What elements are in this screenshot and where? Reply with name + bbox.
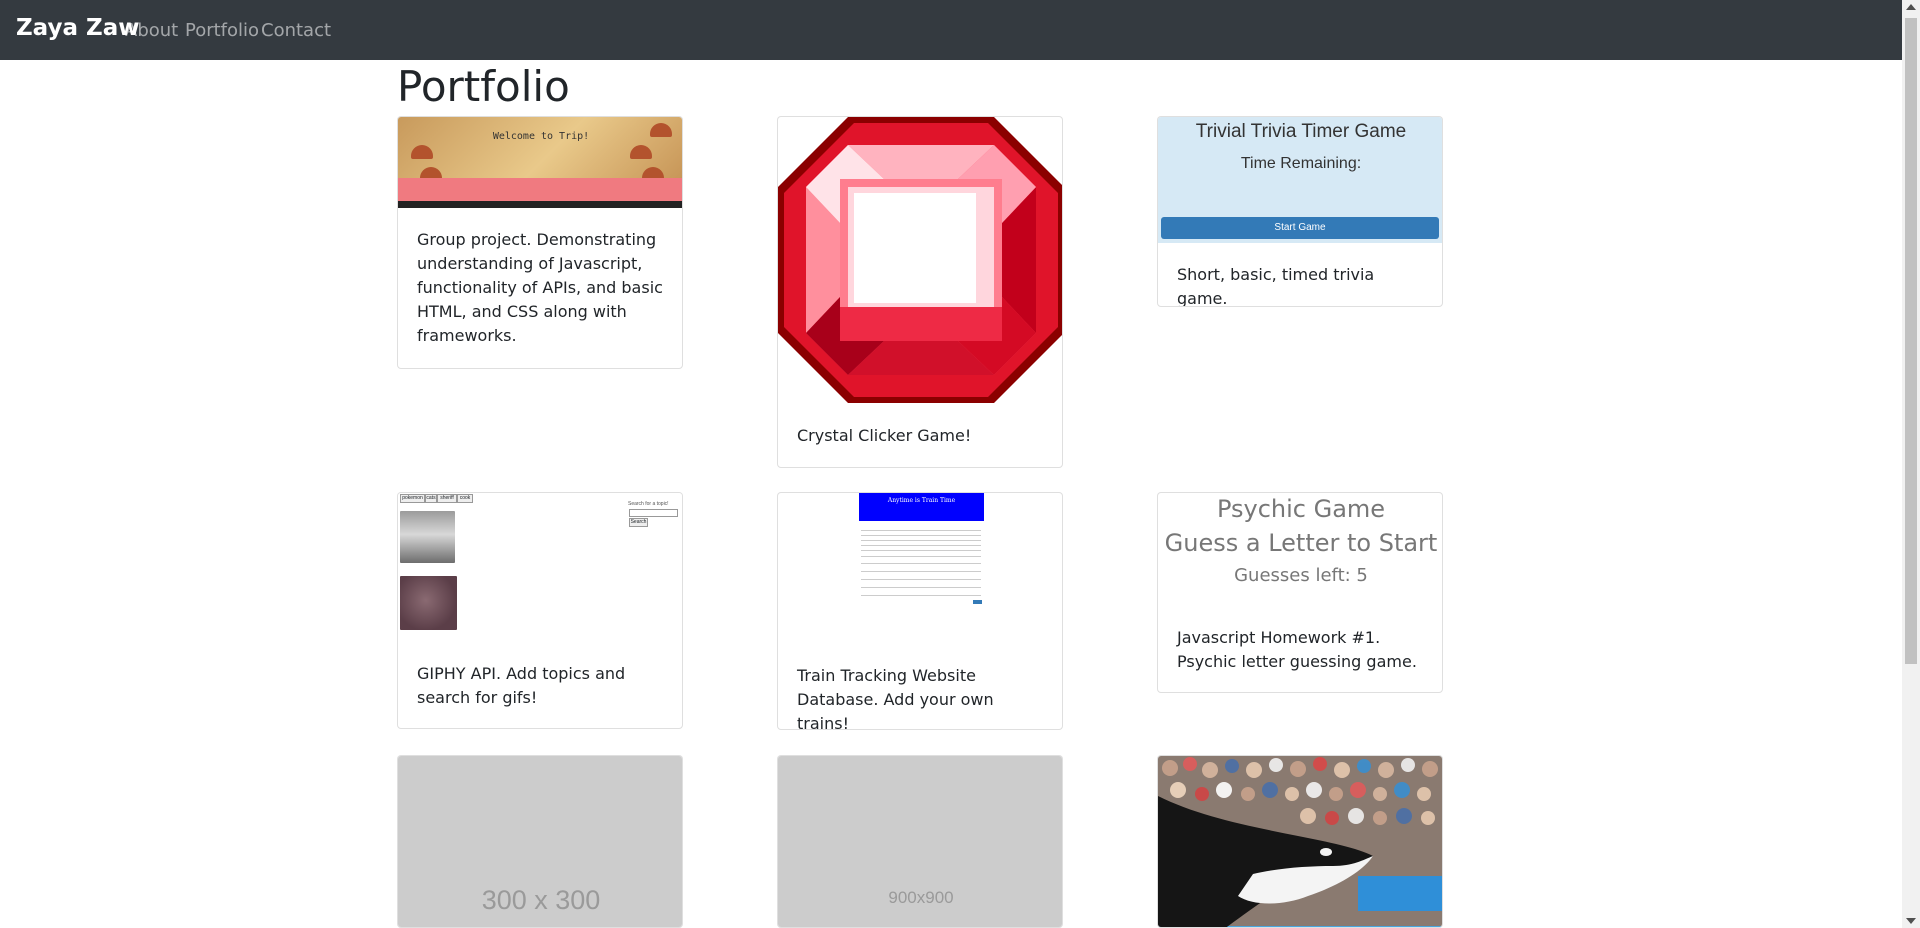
card-text: Javascript Homework #1. Psychic letter g… [1177, 628, 1417, 671]
card-text: Short, basic, timed trivia game. [1177, 265, 1375, 307]
psychic-thumb-title: Psychic Game [1216, 495, 1386, 523]
page-scrollbar[interactable] [1902, 0, 1920, 928]
placeholder-image[interactable]: 900x900 [778, 756, 1062, 927]
portfolio-card-train[interactable]: Anytime is Train Time Train Tracking Web… [777, 492, 1063, 730]
giphy-topic-button: pokemon [400, 494, 425, 503]
page-title: Portfolio [397, 62, 570, 111]
portfolio-card-placeholder[interactable]: 300 x 300 [397, 755, 683, 928]
orca-photo[interactable] [1158, 756, 1443, 928]
train-screenshot[interactable]: Anytime is Train Time [859, 493, 984, 608]
trivia-thumb-title: Trivial Trivia Timer Game [1195, 121, 1407, 142]
brand-link[interactable]: Zaya Zaw [16, 15, 139, 41]
portfolio-card-crystal[interactable]: Crystal Clicker Game! [777, 116, 1063, 468]
train-thumb-header: Anytime is Train Time [859, 493, 984, 521]
nav-link-about[interactable]: About [125, 20, 178, 41]
portfolio-card-giphy[interactable]: pokemon cats sheriff cook Search for a t… [397, 492, 683, 729]
giphy-screenshot[interactable]: pokemon cats sheriff cook Search for a t… [398, 493, 682, 638]
scroll-down-arrow-icon[interactable] [1906, 918, 1916, 924]
nav-link-contact[interactable]: Contact [261, 20, 331, 41]
portfolio-card-trip[interactable]: Welcome to Trip! Group project. Demonstr… [397, 116, 683, 369]
card-text: Crystal Clicker Game! [797, 426, 972, 445]
psychic-thumb-guesses: Guesses left: 5 [1234, 565, 1368, 586]
card-text: Train Tracking Website Database. Add you… [797, 666, 994, 730]
card-text: Group project. Demonstrating understandi… [417, 230, 663, 345]
placeholder-label: 300 x 300 [481, 885, 601, 915]
psychic-thumb-subtitle: Guess a Letter to Start [1164, 529, 1438, 557]
placeholder-label: 900x900 [888, 888, 954, 907]
scroll-up-arrow-icon[interactable] [1906, 4, 1916, 10]
placeholder-image[interactable]: 300 x 300 [398, 756, 682, 927]
trivia-thumb-subtitle: Time Remaining: [1240, 155, 1362, 172]
giphy-search-label: Search for a topic! [628, 501, 669, 507]
portfolio-card-orca[interactable] [1157, 755, 1443, 928]
portfolio-card-placeholder[interactable]: 900x900 [777, 755, 1063, 928]
giphy-search-input [629, 509, 678, 517]
card-text: GIPHY API. Add topics and search for gif… [417, 664, 626, 707]
trivia-screenshot[interactable]: Trivial Trivia Timer Game Time Remaining… [1158, 117, 1442, 243]
cat-gif-thumbnail [400, 511, 455, 563]
portfolio-card-trivia[interactable]: Trivial Trivia Timer Game Time Remaining… [1157, 116, 1443, 307]
scroll-thumb[interactable] [1905, 18, 1917, 664]
giphy-topic-button: cats [425, 494, 437, 503]
trip-screenshot[interactable]: Welcome to Trip! [398, 117, 682, 208]
navbar: Zaya Zaw About Portfolio Contact [0, 0, 1902, 60]
ruby-gem-image[interactable] [778, 117, 1063, 403]
giphy-topic-button: cook [457, 494, 473, 503]
giphy-topic-button: sheriff [437, 494, 457, 503]
trivia-start-button: Start Game [1161, 217, 1439, 239]
cat-gif-thumbnail [400, 576, 457, 630]
giphy-search-button: Search [629, 518, 648, 527]
trip-thumb-title: Welcome to Trip! [492, 131, 590, 142]
portfolio-card-psychic[interactable]: Psychic Game Guess a Letter to Start Gue… [1157, 492, 1443, 693]
nav-link-portfolio[interactable]: Portfolio [185, 20, 259, 41]
